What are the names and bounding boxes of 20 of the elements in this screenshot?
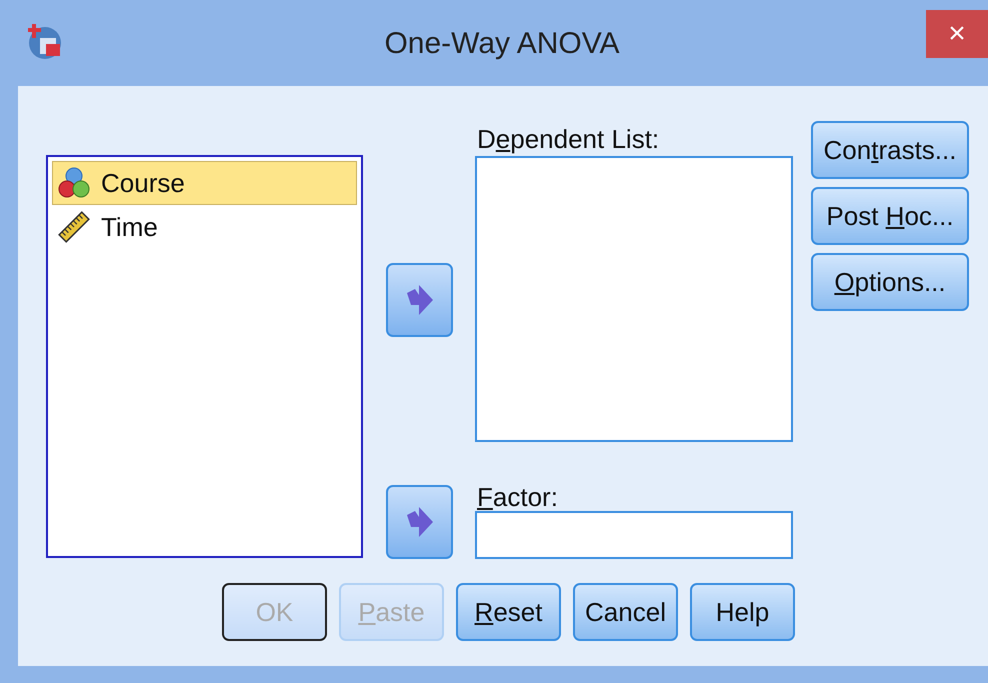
dialog-button[interactable]: Reset (456, 583, 561, 641)
dialog-button[interactable]: Help (690, 583, 795, 641)
factor-label: Factor: (476, 481, 559, 511)
dependent-list-label: Dependent List: (476, 123, 660, 154)
variable-item[interactable]: Time (52, 205, 357, 249)
dialog-button[interactable]: Options... (811, 253, 969, 311)
app-icon (26, 22, 64, 60)
dialog-button[interactable]: Contrasts... (811, 121, 969, 179)
dialog-button[interactable]: Cancel (573, 583, 678, 641)
circles-icon (57, 166, 91, 200)
move-arrow-button[interactable] (386, 263, 453, 337)
factor-field[interactable] (475, 511, 793, 559)
move-arrow-button[interactable] (386, 485, 453, 559)
arrow-icon (404, 505, 434, 539)
dependent-list-box[interactable] (475, 156, 793, 442)
close-button[interactable]: × (926, 10, 988, 58)
dialog-button[interactable]: Post Hoc... (811, 187, 969, 245)
window-title: One-Way ANOVA (384, 26, 620, 62)
variable-item[interactable]: Course (52, 161, 357, 205)
arrow-icon (404, 283, 434, 317)
